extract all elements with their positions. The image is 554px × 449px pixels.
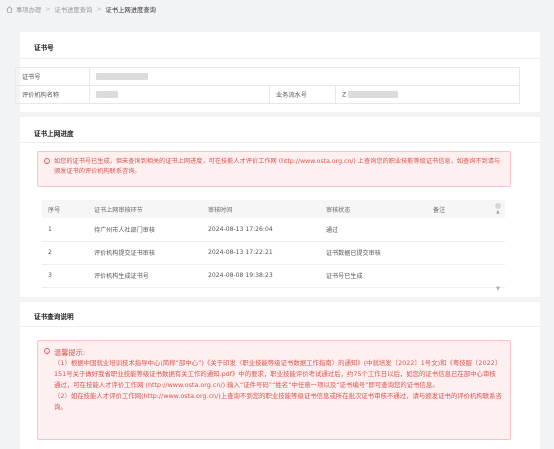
cert-no-value	[89, 67, 520, 86]
notes-alert: 温馨提示: （1）根据中国就业培训技术指导中心(简称“部中心”)《关于印发〈职业…	[37, 340, 511, 440]
row-step: 评价机构生成证书号	[88, 264, 202, 288]
progress-table: 序号 证书上网审核环节 审核时间 审核状态 备注 1 待广州市人社部门审核 20…	[42, 200, 505, 288]
breadcrumb-separator: >	[96, 5, 102, 13]
notes-heading: 温馨提示:	[54, 348, 86, 357]
scroll-up-icon[interactable]: ▲	[496, 209, 500, 215]
redacted-value	[96, 90, 118, 98]
row-time: 2024-08-13 17:22:21	[202, 241, 320, 265]
progress-alert-text: 如您的证书号已生成，但未查询到相关的证书上网进度，可在技能人才评价工作网 (ht…	[54, 158, 501, 175]
breadcrumb-separator: >	[45, 5, 51, 13]
table-scrollbar[interactable]: ▲ ▼	[494, 209, 502, 292]
table-row: 2 评价机构提交证书审核 2024-08-13 17:22:21 证书数据已提交…	[42, 241, 505, 265]
row-no: 2	[42, 241, 88, 265]
row-no: 1	[42, 218, 88, 242]
row-time: 2024-08-08 19:38:23	[202, 264, 320, 288]
breadcrumb-item-current: 证书上网进度查询	[105, 6, 156, 14]
cert-info-title: 证书号	[34, 44, 54, 52]
org-name-label: 评价机构名称	[15, 85, 90, 104]
business-no-value: Z	[335, 85, 520, 104]
cert-info-table: 证书号 评价机构名称 业务流水号 Z	[15, 67, 520, 104]
breadcrumb: 事项办理 > 证书进度查询 > 证书上网进度查询	[6, 3, 156, 15]
business-no-prefix: Z	[342, 91, 347, 99]
scrollbar-header-thumb	[495, 203, 501, 209]
table-row: 证书号	[15, 67, 520, 86]
redacted-value	[348, 90, 399, 98]
column-header: 审核时间	[202, 200, 320, 218]
notes-paragraph-1: （1）根据中国就业培训技术指导中心(简称“部中心”)《关于印发〈职业技能等级证书…	[54, 359, 502, 389]
divider	[20, 142, 540, 143]
notes-paragraph-2: （2）如在技能人才评价工作网(http://www.osta.org.cn/)上…	[54, 392, 502, 411]
column-header: 序号	[42, 200, 88, 218]
notes-title: 证书查询说明	[34, 313, 74, 321]
row-step: 评价机构提交证书审核	[88, 241, 202, 265]
table-row: 评价机构名称 业务流水号 Z	[15, 85, 520, 104]
redacted-value	[96, 72, 148, 80]
row-status: 证书号已生成	[320, 264, 427, 288]
breadcrumb-item-progress[interactable]: 证书进度查询	[54, 5, 92, 14]
progress-title: 证书上网进度	[34, 130, 74, 138]
progress-alert: 如您的证书号已生成，但未查询到相关的证书上网进度，可在技能人才评价工作网 (ht…	[37, 151, 511, 187]
info-circle-icon	[44, 158, 50, 168]
row-status: 通过	[320, 218, 427, 242]
breadcrumb-item-matters[interactable]: 事项办理	[16, 5, 41, 14]
table-header-row: 序号 证书上网审核环节 审核时间 审核状态 备注	[42, 200, 505, 218]
divider	[20, 326, 540, 327]
column-header: 证书上网审核环节	[88, 200, 202, 218]
cert-no-label: 证书号	[15, 67, 90, 86]
business-no-label: 业务流水号	[269, 85, 336, 104]
org-name-value	[89, 85, 270, 104]
scroll-down-icon[interactable]: ▼	[496, 286, 500, 292]
row-time: 2024-08-13 17:26:04	[202, 218, 320, 242]
row-step: 待广州市人社部门审核	[88, 218, 202, 242]
home-icon[interactable]	[6, 5, 13, 13]
info-circle-icon	[44, 348, 50, 359]
table-row: 3 评价机构生成证书号 2024-08-08 19:38:23 证书号已生成	[42, 264, 505, 288]
row-status: 证书数据已提交审核	[320, 241, 427, 265]
row-no: 3	[42, 264, 88, 288]
column-header: 审核状态	[320, 200, 427, 218]
table-row: 1 待广州市人社部门审核 2024-08-13 17:26:04 通过	[42, 218, 505, 242]
divider	[20, 58, 540, 59]
